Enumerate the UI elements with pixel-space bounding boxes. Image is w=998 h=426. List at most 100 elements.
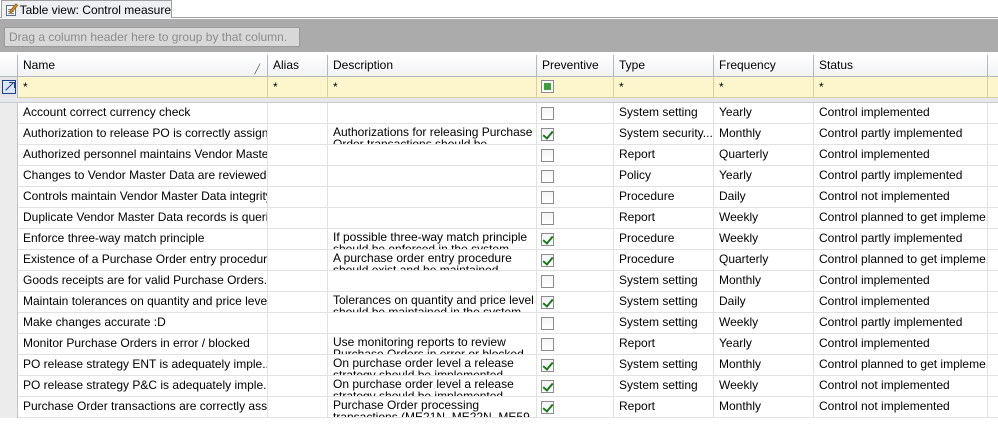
row-selector[interactable] <box>0 250 18 271</box>
cell-description[interactable]: Use monitoring reports to review Purchas… <box>328 334 537 354</box>
table-row[interactable]: Purchase Order transactions are correctl… <box>0 397 998 418</box>
cell-description[interactable]: Authorizations for releasing Purchase Or… <box>328 124 537 144</box>
table-row[interactable]: Existence of a Purchase Order entry proc… <box>0 250 998 271</box>
cell-status[interactable]: Control implemented <box>814 292 988 312</box>
table-row[interactable]: Enforce three-way match principle If poss… <box>0 229 998 250</box>
cell-preventive[interactable] <box>537 103 614 123</box>
cell-alias[interactable] <box>268 250 328 270</box>
cell-status[interactable]: Control planned to get impleme... <box>814 355 988 375</box>
cell-frequency[interactable]: Daily <box>714 187 814 207</box>
cell-type[interactable]: System setting <box>614 376 714 396</box>
preventive-checkbox[interactable] <box>541 191 554 204</box>
preventive-checkbox[interactable] <box>541 107 554 120</box>
row-selector[interactable] <box>0 229 18 250</box>
cell-preventive[interactable] <box>537 376 614 396</box>
column-header-alias[interactable]: Alias <box>268 55 328 77</box>
cell-status[interactable]: Control implemented <box>814 103 988 123</box>
column-header-frequency[interactable]: Frequency <box>714 55 814 77</box>
preventive-checkbox[interactable] <box>541 254 554 267</box>
table-row[interactable]: Duplicate Vendor Master Data records is … <box>0 208 998 229</box>
cell-name[interactable]: Account correct currency check <box>18 103 268 123</box>
row-selector[interactable] <box>0 103 18 124</box>
cell-type[interactable]: Report <box>614 397 714 417</box>
row-selector[interactable] <box>0 208 18 229</box>
cell-alias[interactable] <box>268 334 328 354</box>
cell-frequency[interactable]: Monthly <box>714 124 814 144</box>
cell-description[interactable]: A purchase order entry procedure should … <box>328 250 537 270</box>
table-row[interactable]: Authorization to release PO is correctly… <box>0 124 998 145</box>
cell-type[interactable]: Policy <box>614 166 714 186</box>
filter-edit-icon[interactable] <box>2 80 16 94</box>
cell-type[interactable]: Report <box>614 208 714 228</box>
cell-alias[interactable] <box>268 355 328 375</box>
cell-frequency[interactable]: Quarterly <box>714 145 814 165</box>
cell-status[interactable]: Control partly implemented <box>814 166 988 186</box>
preventive-checkbox[interactable] <box>541 233 554 246</box>
cell-alias[interactable] <box>268 103 328 123</box>
cell-preventive[interactable] <box>537 187 614 207</box>
cell-name[interactable]: Authorization to release PO is correctly… <box>18 124 268 144</box>
cell-status[interactable]: Control partly implemented <box>814 313 988 333</box>
cell-frequency[interactable]: Weekly <box>714 229 814 249</box>
cell-alias[interactable] <box>268 229 328 249</box>
column-header-type[interactable]: Type <box>614 55 714 77</box>
cell-alias[interactable] <box>268 124 328 144</box>
preventive-checkbox[interactable] <box>541 359 554 372</box>
cell-name[interactable]: Purchase Order transactions are correctl… <box>18 397 268 417</box>
cell-preventive[interactable] <box>537 271 614 291</box>
table-row[interactable]: Goods receipts are for valid Purchase Or… <box>0 271 998 292</box>
cell-frequency[interactable]: Weekly <box>714 208 814 228</box>
cell-name[interactable]: PO release strategy P&C is adequately im… <box>18 376 268 396</box>
preventive-checkbox[interactable] <box>541 212 554 225</box>
cell-type[interactable]: Procedure <box>614 250 714 270</box>
row-selector[interactable] <box>0 187 18 208</box>
cell-frequency[interactable]: Yearly <box>714 166 814 186</box>
preventive-checkbox[interactable] <box>541 401 554 414</box>
table-row[interactable]: Maintain tolerances on quantity and pric… <box>0 292 998 313</box>
cell-name[interactable]: Enforce three-way match principle <box>18 229 268 249</box>
cell-status[interactable]: Control planned to get impleme... <box>814 250 988 270</box>
cell-description[interactable] <box>328 271 537 291</box>
column-header-preventive[interactable]: Preventive <box>537 55 614 77</box>
cell-description[interactable] <box>328 313 537 333</box>
cell-type[interactable]: Report <box>614 334 714 354</box>
cell-frequency[interactable]: Quarterly <box>714 250 814 270</box>
cell-type[interactable]: Procedure <box>614 187 714 207</box>
row-selector[interactable] <box>0 334 18 355</box>
cell-description[interactable]: On purchase order level a release strate… <box>328 355 537 375</box>
preventive-checkbox[interactable] <box>541 149 554 162</box>
filter-preventive-checkbox[interactable] <box>541 80 554 93</box>
cell-alias[interactable] <box>268 376 328 396</box>
cell-description[interactable] <box>328 187 537 207</box>
filter-type-input[interactable]: * <box>614 77 714 98</box>
row-selector[interactable] <box>0 166 18 187</box>
cell-name[interactable]: Existence of a Purchase Order entry proc… <box>18 250 268 270</box>
row-selector[interactable] <box>0 376 18 397</box>
cell-description[interactable]: Purchase Order processing transactions (… <box>328 397 537 417</box>
cell-alias[interactable] <box>268 166 328 186</box>
cell-frequency[interactable]: Weekly <box>714 376 814 396</box>
table-row[interactable]: PO release strategy P&C is adequately im… <box>0 376 998 397</box>
cell-alias[interactable] <box>268 208 328 228</box>
cell-alias[interactable] <box>268 145 328 165</box>
preventive-checkbox[interactable] <box>541 296 554 309</box>
cell-status[interactable]: Control planned to get impleme... <box>814 208 988 228</box>
cell-preventive[interactable] <box>537 229 614 249</box>
cell-alias[interactable] <box>268 187 328 207</box>
cell-type[interactable]: System setting <box>614 355 714 375</box>
cell-preventive[interactable] <box>537 166 614 186</box>
cell-description[interactable]: If possible three-way match principle sh… <box>328 229 537 249</box>
cell-description[interactable] <box>328 145 537 165</box>
cell-type[interactable]: System setting <box>614 271 714 291</box>
cell-alias[interactable] <box>268 292 328 312</box>
table-row[interactable]: Monitor Purchase Orders in error / block… <box>0 334 998 355</box>
cell-frequency[interactable]: Daily <box>714 292 814 312</box>
table-row[interactable]: Make changes accurate :D System setting We… <box>0 313 998 334</box>
cell-preventive[interactable] <box>537 313 614 333</box>
cell-status[interactable]: Control not implemented <box>814 376 988 396</box>
cell-alias[interactable] <box>268 271 328 291</box>
cell-frequency[interactable]: Yearly <box>714 103 814 123</box>
cell-name[interactable]: Controls maintain Vendor Master Data int… <box>18 187 268 207</box>
row-selector[interactable] <box>0 145 18 166</box>
tab-table-view-control-measure[interactable]: Table view: Control measure <box>1 0 172 18</box>
